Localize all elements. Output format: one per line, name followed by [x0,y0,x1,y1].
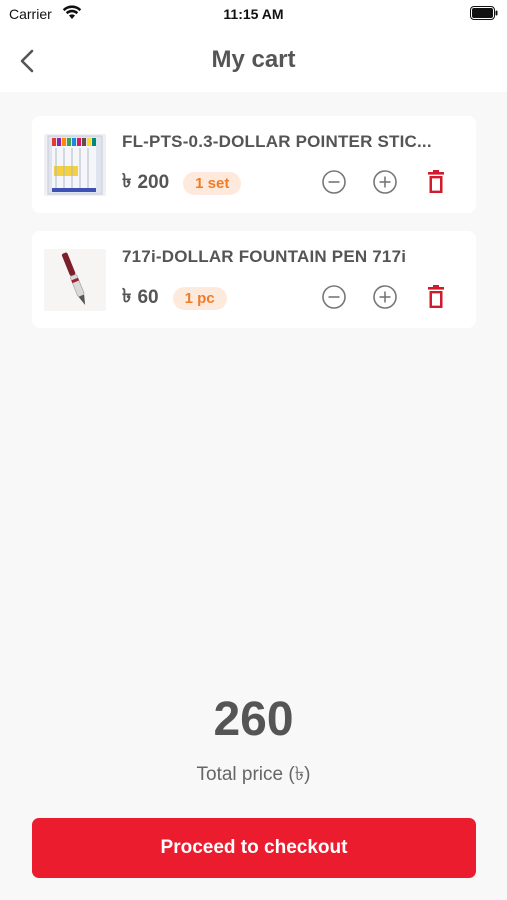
unit-badge: 1 pc [172,286,227,310]
product-image[interactable] [44,134,106,196]
total-price-label: Total price (৳) [196,764,311,785]
minus-circle-icon [322,170,346,194]
status-time: 11:15 AM [223,6,284,22]
marker-set-image [44,134,106,196]
page-title: My cart [211,46,296,73]
currency-symbol: ৳ [122,171,132,192]
increase-quantity-button[interactable] [371,168,399,196]
checkout-button[interactable]: Proceed to checkout [32,818,476,878]
nav-bar: My cart [0,30,507,92]
plus-circle-icon [373,285,397,309]
decrease-quantity-button[interactable] [320,283,348,311]
cart-list: FL-PTS-0.3-DOLLAR POINTER STIC... ৳ 200 … [32,116,476,346]
item-price: 200 [137,172,170,193]
cart-item[interactable]: 717i-DOLLAR FOUNTAIN PEN 717i ৳ 60 1 pc [32,231,476,328]
price-row: ৳ 60 1 pc [122,285,227,311]
total-price: 260 [213,693,294,746]
price-row: ৳ 200 1 set [122,170,242,196]
product-image[interactable] [44,249,106,311]
fountain-pen-image [44,249,106,311]
item-price: 60 [137,287,159,308]
trash-icon [428,285,444,308]
unit-badge: 1 set [183,171,242,195]
delete-item-button[interactable] [422,168,450,196]
product-name[interactable]: FL-PTS-0.3-DOLLAR POINTER STIC... [122,132,466,152]
quantity-controls [320,283,450,311]
product-name[interactable]: 717i-DOLLAR FOUNTAIN PEN 717i [122,247,466,267]
cart-item[interactable]: FL-PTS-0.3-DOLLAR POINTER STIC... ৳ 200 … [32,116,476,213]
total-section: 260 Total price (৳) [0,690,507,792]
trash-icon [428,170,444,193]
increase-quantity-button[interactable] [371,283,399,311]
minus-circle-icon [322,285,346,309]
status-bar: Carrier 11:15 AM [0,0,507,30]
quantity-controls [320,168,450,196]
decrease-quantity-button[interactable] [320,168,348,196]
delete-item-button[interactable] [422,283,450,311]
battery-icon [470,6,498,20]
currency-symbol: ৳ [122,286,132,307]
plus-circle-icon [373,170,397,194]
